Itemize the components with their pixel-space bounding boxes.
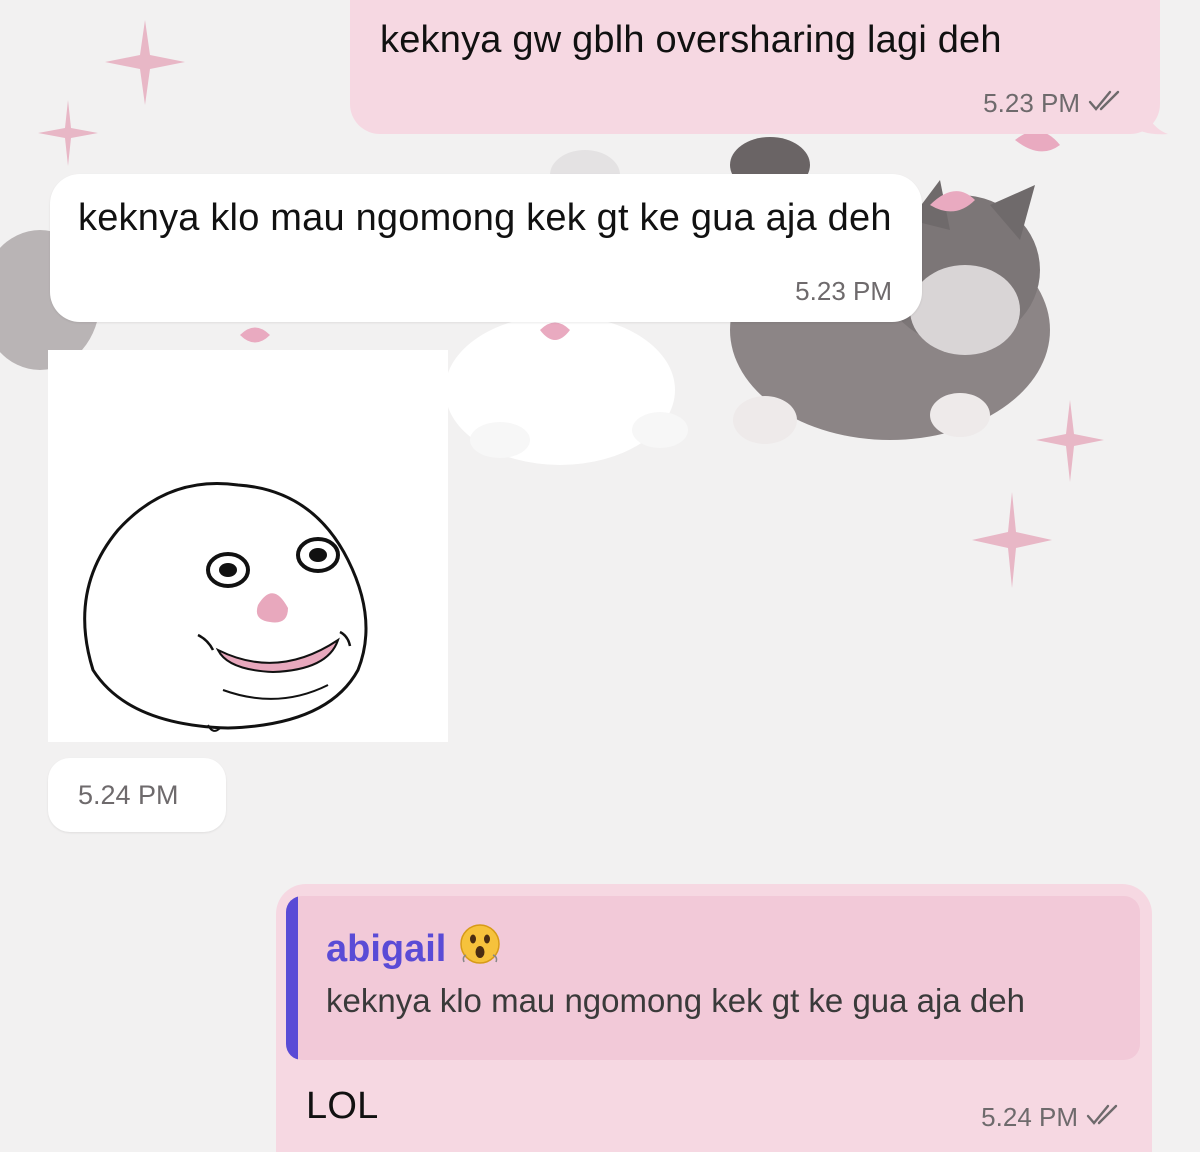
- reply-accent-bar: [286, 896, 298, 1060]
- time-label: 5.24 PM: [981, 1102, 1078, 1132]
- incoming-message-bubble[interactable]: keknya klo mau ngomong kek gt ke gua aja…: [50, 174, 922, 322]
- message-text: keknya gw gblh oversharing lagi deh: [380, 19, 1002, 61]
- sticker-timestamp-pill: 5.24 PM: [48, 758, 226, 832]
- message-text: LOL: [306, 1085, 379, 1127]
- double-check-icon: [1086, 1102, 1122, 1133]
- reply-quoted-text: keknya klo mau ngomong kek gt ke gua aja…: [326, 982, 1025, 1019]
- message-timestamp: 5.23 PM: [795, 276, 892, 307]
- message-text: keknya klo mau ngomong kek gt ke gua aja…: [78, 197, 892, 239]
- message-timestamp: 5.24 PM: [981, 1102, 1122, 1133]
- time-label: 5.23 PM: [983, 88, 1080, 118]
- outgoing-message-bubble[interactable]: keknya gw gblh oversharing lagi deh 5.23…: [350, 0, 1160, 134]
- astonished-face-icon: [458, 922, 502, 976]
- reply-sender-name: abigail: [326, 922, 502, 976]
- quoted-reply[interactable]: abigail keknya klo mau ngomong kek gt ke…: [286, 896, 1140, 1060]
- message-timestamp: 5.23 PM: [983, 88, 1124, 119]
- time-label: 5.24 PM: [78, 780, 179, 810]
- reply-sender-label: abigail: [326, 927, 447, 970]
- face-sticker[interactable]: [48, 350, 448, 742]
- outgoing-reply-message-bubble[interactable]: abigail keknya klo mau ngomong kek gt ke…: [276, 884, 1152, 1152]
- message-timestamp: 5.24 PM: [78, 780, 179, 811]
- double-check-icon: [1088, 88, 1124, 119]
- time-label: 5.23 PM: [795, 276, 892, 306]
